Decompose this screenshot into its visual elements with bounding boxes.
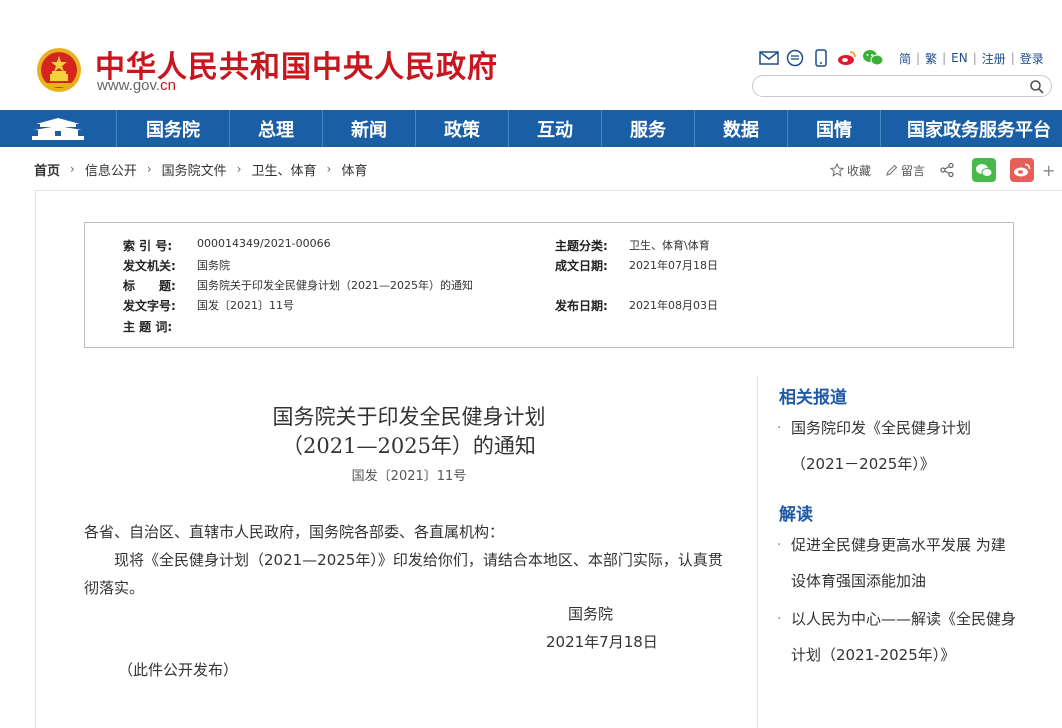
meta-docno-row: 发文字号: 国发〔2021〕11号 (123, 297, 294, 314)
meta-value: 国发〔2021〕11号 (197, 299, 294, 312)
meta-value: 国务院关于印发全民健身计划（2021—2025年）的通知 (197, 279, 473, 292)
meta-published-date-row: 发布日期: 2021年08月03日 (555, 297, 718, 314)
nav-item-news[interactable]: 新闻 (322, 110, 415, 147)
site-url[interactable]: www.gov.cn (97, 77, 176, 94)
nav-item-interaction[interactable]: 互动 (508, 110, 601, 147)
breadcrumb-home[interactable]: 首页 (34, 160, 60, 179)
nav-item-premier[interactable]: 总理 (229, 110, 322, 147)
meta-topic-row: 主题分类: 卫生、体育\体育 (555, 237, 710, 254)
article-signer: 国务院 (568, 605, 614, 623)
share-icon[interactable] (939, 162, 958, 178)
lang-traditional[interactable]: 繁 (920, 50, 942, 67)
related-reports-heading: 相关报道 (779, 388, 847, 408)
search-icon[interactable] (1029, 79, 1045, 95)
breadcrumb-info-disclosure[interactable]: 信息公开 (85, 160, 137, 179)
register-link[interactable]: 注册 (977, 50, 1011, 67)
breadcrumb-health-sports[interactable]: 卫生、体育 (251, 160, 316, 179)
lang-simplified[interactable]: 简 (894, 50, 916, 67)
login-link[interactable]: 登录 (1015, 50, 1049, 67)
comment-button[interactable]: 留言 (885, 162, 925, 179)
document-meta-table: 索 引 号: 000014349/2021-00066 主题分类: 卫生、体育\… (84, 222, 1014, 348)
mobile-icon[interactable] (810, 48, 832, 68)
breadcrumb-sports[interactable]: 体育 (341, 160, 367, 179)
meta-title-row: 标 题: 国务院关于印发全民健身计划（2021—2025年）的通知 (123, 277, 473, 294)
nav-item-national-info[interactable]: 国情 (787, 110, 880, 147)
meta-keywords-row: 主 题 词: (123, 318, 197, 335)
meta-label: 成文日期: (555, 259, 608, 273)
nav-item-gov-service-platform[interactable]: 国家政务服务平台 (880, 110, 1062, 147)
chevron-right-icon: › (326, 162, 332, 176)
article-public-note: （此件公开发布） (118, 661, 239, 679)
article-salutation: 各省、自治区、直辖市人民政府，国务院各部委、各直属机构： (84, 523, 505, 541)
weibo-share-icon[interactable] (1010, 158, 1035, 182)
article-paragraph: 现将《全民健身计划（2021—2025年）》印发给你们，请结合本地区、本部门实际… (84, 551, 723, 597)
meta-index-row: 索 引 号: 000014349/2021-00066 (123, 237, 331, 254)
nav-item-state-council[interactable]: 国务院 (116, 110, 229, 147)
meta-value: 卫生、体育\体育 (629, 239, 710, 252)
related-report-link[interactable]: · 国务院印发《全民健身计划（2021－2025年）》 (777, 410, 1017, 482)
bullet: · (777, 537, 782, 553)
meta-label: 发布日期: (555, 299, 608, 313)
site-url-suffix: cn (160, 77, 176, 94)
nav-item-services[interactable]: 服务 (601, 110, 694, 147)
chevron-right-icon: › (146, 162, 152, 176)
national-emblem-icon[interactable] (36, 47, 82, 93)
star-icon (830, 163, 844, 177)
share-tools: 收藏 留言 + (830, 157, 1055, 183)
bullet: · (777, 420, 782, 436)
article-title-line2: （2021—2025年）的通知 (282, 434, 536, 458)
site-header: 中华人民共和国中央人民政府 www.gov.cn 简 | 繁 | EN | 注册 | 登… (0, 0, 1062, 110)
meta-label: 主题分类: (555, 239, 608, 253)
meta-value: 国务院 (197, 259, 230, 272)
email-icon[interactable] (758, 48, 780, 68)
nav-item-policy[interactable]: 政策 (415, 110, 508, 147)
favorite-button[interactable]: 收藏 (830, 162, 871, 179)
search-box (752, 75, 1052, 97)
article-title: 国务院关于印发全民健身计划 （2021—2025年）的通知 (84, 403, 734, 461)
analysis-text: 以人民为中心——解读《全民健身计划（2021-2025年）》 (791, 610, 1017, 664)
nav-item-data[interactable]: 数据 (694, 110, 787, 147)
analysis-text: 促进全民健身更高水平发展 为建设体育强国添能加油 (791, 536, 1006, 590)
nav-items: 国务院 总理 新闻 政策 互动 服务 数据 国情 国家政务服务平台 (116, 110, 1062, 147)
meta-label: 主 题 词: (123, 320, 173, 334)
breadcrumb: 首页 › 信息公开 › 国务院文件 › 卫生、体育 › 体育 (34, 159, 367, 179)
analysis-heading: 解读 (779, 505, 813, 525)
meta-issuer-row: 发文机关: 国务院 (123, 257, 230, 274)
favorite-label: 收藏 (847, 163, 872, 178)
bullet: · (777, 611, 782, 627)
meta-written-date-row: 成文日期: 2021年07月18日 (555, 257, 718, 274)
breadcrumb-state-council-docs[interactable]: 国务院文件 (162, 160, 227, 179)
analysis-link[interactable]: · 以人民为中心——解读《全民健身计划（2021-2025年）》 (777, 601, 1017, 673)
article-body: 各省、自治区、直辖市人民政府，国务院各部委、各直属机构： 现将《全民健身计划（2… (84, 518, 734, 602)
meta-label: 发文机关: (123, 259, 176, 273)
main-nav: 国务院 总理 新闻 政策 互动 服务 数据 国情 国家政务服务平台 (0, 110, 1062, 147)
wechat-share-icon[interactable] (972, 158, 997, 182)
search-input[interactable] (763, 78, 1023, 94)
article-title-line1: 国务院关于印发全民健身计划 (272, 405, 546, 429)
tiananmen-logo-icon[interactable] (0, 110, 116, 147)
comment-label: 留言 (901, 163, 926, 178)
article-doc-number: 国发〔2021〕11号 (351, 469, 467, 484)
meta-label: 发文字号: (123, 299, 176, 313)
more-share-icon[interactable]: + (1042, 161, 1055, 180)
analysis-link[interactable]: · 促进全民健身更高水平发展 为建设体育强国添能加油 (777, 527, 1017, 599)
related-report-text: 国务院印发《全民健身计划（2021－2025年）》 (791, 419, 972, 473)
wechat-icon[interactable] (862, 48, 884, 68)
meta-label: 标 题: (123, 279, 176, 293)
article-date: 2021年7月18日 (546, 633, 658, 651)
site-url-prefix: www.gov. (97, 77, 161, 94)
meta-value: 2021年07月18日 (629, 259, 718, 272)
chevron-right-icon: › (70, 162, 75, 176)
column-divider (757, 376, 758, 728)
chat-icon[interactable] (784, 48, 806, 68)
meta-value: 2021年08月03日 (629, 299, 718, 312)
pencil-icon (886, 164, 898, 176)
top-tools: 简 | 繁 | EN | 注册 | 登录 (758, 47, 1049, 69)
chevron-right-icon: › (236, 162, 242, 176)
language-links: 简 | 繁 | EN | 注册 | 登录 (894, 50, 1049, 67)
lang-english[interactable]: EN (946, 51, 973, 65)
meta-value: 000014349/2021-00066 (197, 237, 331, 250)
weibo-icon[interactable] (836, 48, 858, 68)
meta-label: 索 引 号: (123, 239, 173, 253)
